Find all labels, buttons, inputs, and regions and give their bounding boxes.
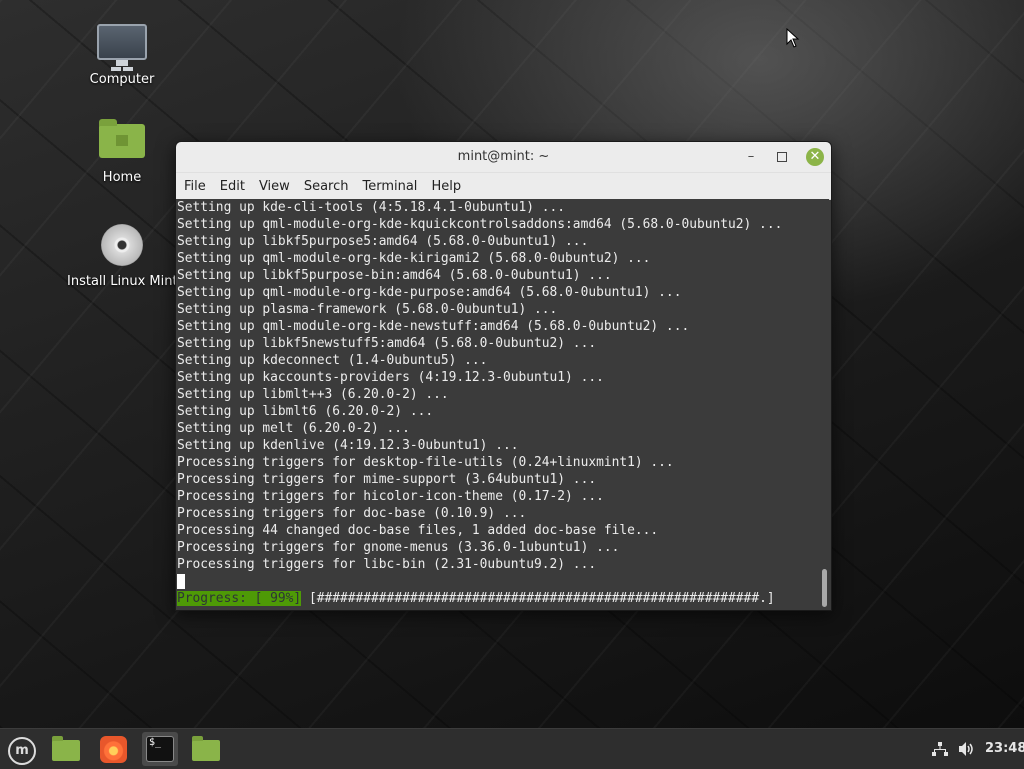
clock[interactable]: 23:48 bbox=[985, 729, 1024, 769]
terminal-line: Processing triggers for doc-base (0.10.9… bbox=[177, 506, 527, 521]
terminal-line: Setting up kdenlive (4:19.12.3-0ubuntu1)… bbox=[177, 438, 519, 453]
firefox-icon bbox=[100, 736, 127, 763]
home-folder-icon bbox=[99, 119, 145, 158]
mint-logo-icon: m bbox=[8, 737, 36, 765]
terminal-line: Setting up kde-cli-tools (4:5.18.4.1-0ub… bbox=[177, 200, 566, 215]
terminal-line: Setting up kdeconnect (1.4-0ubuntu5) ... bbox=[177, 353, 488, 368]
terminal-line: Processing triggers for gnome-menus (3.3… bbox=[177, 540, 620, 555]
terminal-line: Setting up melt (6.20.0-2) ... bbox=[177, 421, 410, 436]
maximize-icon bbox=[777, 152, 787, 162]
minimize-button[interactable]: – bbox=[742, 148, 760, 166]
desktop-icon-label: Home bbox=[102, 170, 142, 185]
network-icon[interactable] bbox=[932, 741, 948, 757]
mouse-pointer-icon bbox=[786, 28, 800, 48]
text-cursor bbox=[177, 574, 185, 589]
terminal-line: Setting up qml-module-org-kde-newstuff:a… bbox=[177, 319, 690, 334]
terminal-line: Setting up qml-module-org-kde-purpose:am… bbox=[177, 285, 682, 300]
menu-file[interactable]: File bbox=[178, 179, 212, 194]
terminal-line: Setting up libmlt++3 (6.20.0-2) ... bbox=[177, 387, 449, 402]
folder-icon bbox=[52, 736, 80, 761]
desktop-icon-label: Install Linux Mint bbox=[67, 274, 178, 289]
terminal-line: Processing triggers for libc-bin (2.31-0… bbox=[177, 557, 597, 572]
terminal-line: Processing 44 changed doc-base files, 1 … bbox=[177, 523, 659, 538]
terminal-line: Setting up libkf5newstuff5:amd64 (5.68.0… bbox=[177, 336, 597, 351]
desktop-icon-computer[interactable]: Computer bbox=[67, 24, 177, 87]
computer-icon bbox=[97, 24, 147, 66]
menu-button[interactable]: m bbox=[2, 732, 38, 766]
volume-icon[interactable] bbox=[958, 741, 976, 757]
desktop-icon-home[interactable]: Home bbox=[67, 119, 177, 185]
desktop-icon-label: Computer bbox=[89, 72, 155, 87]
terminal-line: Processing triggers for desktop-file-uti… bbox=[177, 455, 674, 470]
taskbar-firefox-launcher[interactable] bbox=[95, 732, 131, 766]
terminal-scrollbar[interactable] bbox=[820, 199, 829, 610]
terminal-line: Setting up kaccounts-providers (4:19.12.… bbox=[177, 370, 604, 385]
scrollbar-thumb[interactable] bbox=[822, 569, 827, 607]
taskbar-terminal[interactable]: $_ bbox=[142, 732, 178, 766]
menu-help[interactable]: Help bbox=[425, 179, 467, 194]
taskbar-files[interactable] bbox=[188, 732, 224, 766]
terminal-line: Setting up qml-module-org-kde-kirigami2 … bbox=[177, 251, 651, 266]
terminal-output[interactable]: Setting up kde-cli-tools (4:5.18.4.1-0ub… bbox=[176, 199, 821, 610]
terminal-line: Processing triggers for mime-support (3.… bbox=[177, 472, 597, 487]
close-button[interactable]: ✕ bbox=[806, 148, 824, 166]
menu-bar: File Edit View Search Terminal Help bbox=[176, 173, 831, 200]
terminal-window[interactable]: mint@mint: ~ – ✕ File Edit View Search T… bbox=[175, 141, 832, 611]
terminal-line: Setting up libkf5purpose-bin:amd64 (5.68… bbox=[177, 268, 612, 283]
desktop-icon-install[interactable]: Install Linux Mint bbox=[67, 224, 178, 289]
taskbar: m $_ 23:48 bbox=[0, 728, 1024, 769]
terminal-line: Setting up plasma-framework (5.68.0-0ubu… bbox=[177, 302, 558, 317]
terminal-line: Processing triggers for hicolor-icon-the… bbox=[177, 489, 604, 504]
terminal-line: Setting up libkf5purpose5:amd64 (5.68.0-… bbox=[177, 234, 589, 249]
taskbar-files-launcher[interactable] bbox=[48, 732, 84, 766]
terminal-line: Setting up qml-module-org-kde-kquickcont… bbox=[177, 217, 783, 232]
menu-terminal[interactable]: Terminal bbox=[356, 179, 423, 194]
terminal-cursor-line bbox=[177, 573, 821, 590]
window-titlebar[interactable]: mint@mint: ~ – ✕ bbox=[176, 142, 831, 173]
menu-search[interactable]: Search bbox=[298, 179, 355, 194]
progress-label: Progress: [ 99%] bbox=[177, 591, 302, 606]
window-title: mint@mint: ~ bbox=[457, 149, 550, 164]
terminal-icon: $_ bbox=[146, 736, 174, 762]
menu-view[interactable]: View bbox=[253, 179, 296, 194]
terminal-line: Setting up libmlt6 (6.20.0-2) ... bbox=[177, 404, 434, 419]
folder-icon bbox=[192, 736, 220, 761]
progress-bar: [#######################################… bbox=[301, 591, 775, 606]
maximize-button[interactable] bbox=[773, 148, 791, 166]
install-disc-icon bbox=[101, 224, 143, 266]
menu-edit[interactable]: Edit bbox=[214, 179, 251, 194]
progress-line: Progress: [ 99%] [######################… bbox=[177, 590, 821, 607]
